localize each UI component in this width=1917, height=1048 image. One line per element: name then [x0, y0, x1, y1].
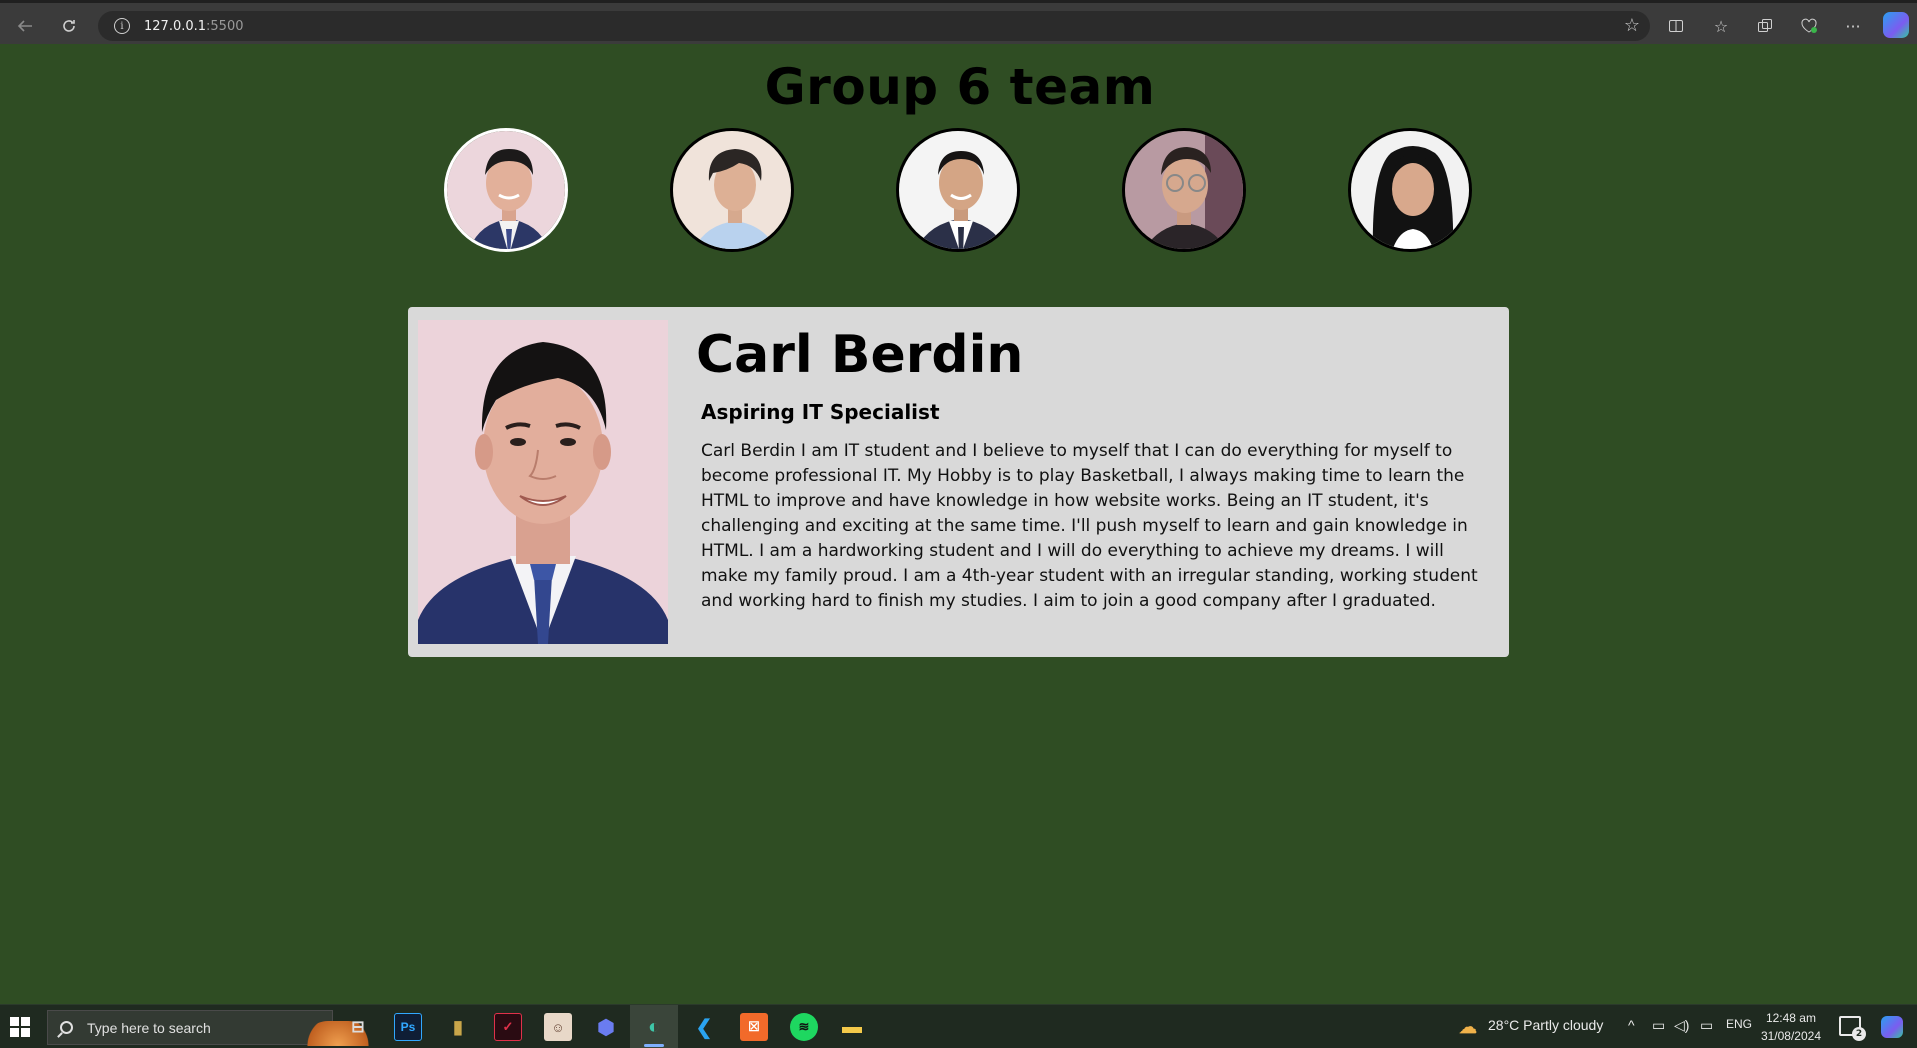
file-explorer-icon[interactable]: ▬ [838, 1013, 866, 1041]
clock-time: 12:48 am [1765, 1011, 1816, 1025]
search-placeholder: Type here to search [87, 1019, 211, 1036]
page-title: Group 6 team [764, 58, 1156, 116]
copilot-icon[interactable] [1883, 12, 1909, 38]
back-arrow-icon[interactable] [10, 11, 40, 41]
edge-icon[interactable]: ◐ [640, 1013, 668, 1041]
xampp-icon[interactable]: ☒ [740, 1013, 768, 1041]
language-indicator[interactable]: ENG [1726, 1017, 1752, 1031]
photoshop-icon[interactable]: Ps [394, 1013, 422, 1041]
profile-role: Aspiring IT Specialist [701, 400, 940, 424]
show-hidden-icons[interactable]: ^ [1628, 1017, 1635, 1033]
member-avatar-5[interactable] [1348, 128, 1472, 252]
clock[interactable]: 12:48 am 31/08/2024 [1761, 1009, 1821, 1045]
member-avatar-4[interactable] [1122, 128, 1246, 252]
network-icon[interactable]: ▭ [1652, 1017, 1665, 1034]
task-view-icon[interactable]: ⊟ [344, 1013, 372, 1041]
notification-center-icon[interactable]: 2 [1839, 1016, 1866, 1041]
game-app-icon[interactable]: ☺ [544, 1013, 572, 1041]
volume-icon[interactable]: ◁) [1674, 1017, 1689, 1034]
copilot-tray-icon[interactable] [1881, 1016, 1903, 1038]
vivaldi-icon[interactable]: ✓ [494, 1013, 522, 1041]
windows-start-icon[interactable] [10, 1017, 30, 1037]
profile-name: Carl Berdin [696, 325, 1024, 385]
profile-card: Carl Berdin Aspiring IT Specialist Carl … [408, 307, 1509, 657]
spotify-icon[interactable]: ≋ [790, 1013, 818, 1041]
windows-taskbar: Type here to search ⊟ Ps ▮ ✓ ☺ ⬢ ◐ ❮ ☒ ≋… [0, 1004, 1917, 1048]
search-icon [60, 1021, 73, 1034]
page-content: Group 6 team Carl Berdin Aspiring IT Spe… [3, 44, 1917, 1004]
notification-count: 2 [1852, 1027, 1866, 1041]
more-options-icon[interactable]: ··· [1840, 13, 1866, 39]
browser-toolbar: i 127.0.0.1:5500 ☆ ☆ ··· [0, 0, 1917, 44]
copilot-app-icon[interactable]: ⬢ [592, 1013, 620, 1041]
member-avatar-1[interactable] [444, 128, 568, 252]
member-avatar-2[interactable] [670, 128, 794, 252]
weather-text[interactable]: 28°C Partly cloudy [1488, 1017, 1603, 1033]
refresh-icon[interactable] [54, 11, 84, 41]
profile-bio: Carl Berdin I am IT student and I believ… [701, 441, 1478, 611]
browser-essentials-icon[interactable] [1796, 13, 1822, 39]
member-avatar-3[interactable] [896, 128, 1020, 252]
favorites-icon[interactable]: ☆ [1708, 13, 1734, 39]
taskbar-search-input[interactable]: Type here to search [47, 1010, 373, 1046]
weather-icon[interactable]: ☁ [1454, 1013, 1482, 1041]
url-port: :5500 [206, 18, 244, 34]
book-app-icon[interactable]: ▮ [444, 1013, 472, 1041]
profile-photo [418, 320, 668, 644]
clock-date: 31/08/2024 [1760, 1029, 1821, 1043]
split-screen-icon[interactable] [1663, 13, 1689, 39]
display-icon[interactable]: ▭ [1700, 1017, 1713, 1034]
favorite-star-icon[interactable]: ☆ [1624, 15, 1640, 36]
address-bar[interactable]: i 127.0.0.1:5500 ☆ [98, 11, 1650, 41]
vscode-icon[interactable]: ❮ [690, 1013, 718, 1041]
url-host: 127.0.0.1 [144, 18, 207, 34]
site-info-icon[interactable]: i [114, 18, 130, 34]
collections-icon[interactable] [1752, 13, 1778, 39]
